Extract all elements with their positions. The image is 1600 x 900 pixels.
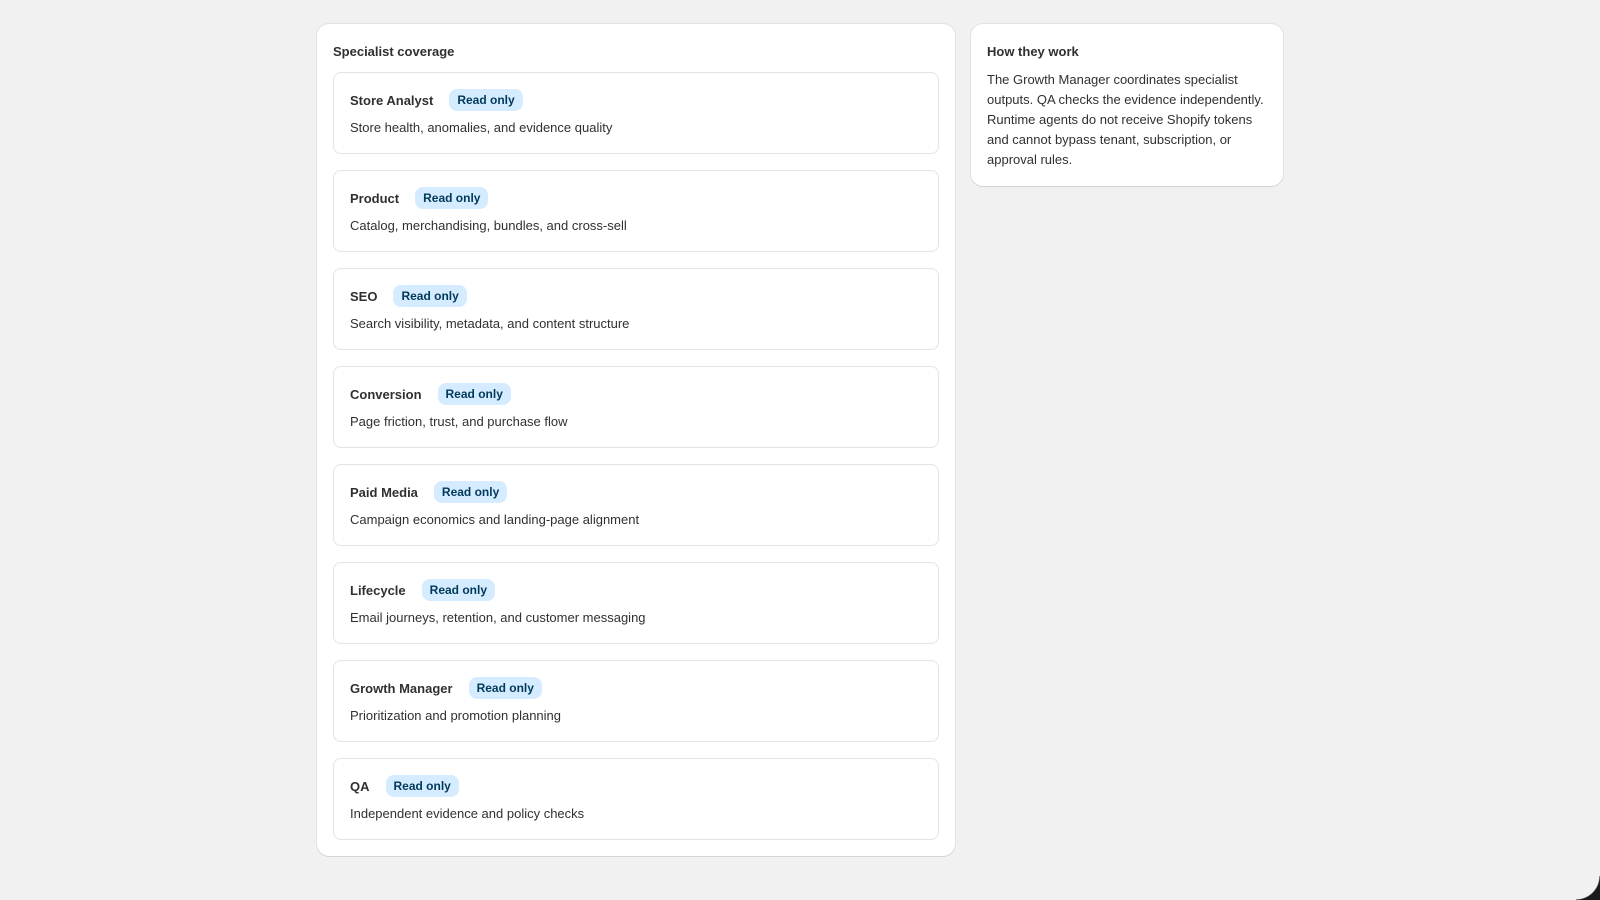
specialist-description: Store health, anomalies, and evidence qu…: [350, 120, 613, 135]
specialist-coverage-title: Specialist coverage: [333, 44, 455, 59]
specialist-name: Paid Media: [350, 484, 418, 500]
specialist-header: Growth Manager Read only: [350, 677, 922, 699]
window-corner: [1576, 876, 1600, 900]
specialist-description: Independent evidence and policy checks: [350, 806, 585, 821]
read-only-badge: Read only: [437, 383, 511, 405]
specialist-header: Paid Media Read only: [350, 481, 922, 503]
specialist-item-seo: SEO Read only Search visibility, metadat…: [333, 268, 939, 350]
specialist-name: Growth Manager: [350, 680, 453, 696]
specialist-description: Search visibility, metadata, and content…: [350, 316, 630, 331]
how-they-work-body: The Growth Manager coordinates specialis…: [987, 72, 1264, 167]
specialist-header: SEO Read only: [350, 285, 922, 307]
specialist-item-growth-manager: Growth Manager Read only Prioritization …: [333, 660, 939, 742]
how-they-work-card: How they work The Growth Manager coordin…: [971, 24, 1283, 186]
specialist-name: Store Analyst: [350, 92, 434, 108]
read-only-badge: Read only: [393, 285, 467, 307]
specialist-name: Conversion: [350, 386, 422, 402]
specialist-header: Store Analyst Read only: [350, 89, 922, 111]
specialist-description: Catalog, merchandising, bundles, and cro…: [350, 218, 627, 233]
read-only-badge: Read only: [433, 481, 508, 503]
specialist-item-conversion: Conversion Read only Page friction, trus…: [333, 366, 939, 448]
read-only-badge: Read only: [385, 775, 459, 797]
specialist-description: Campaign economics and landing-page alig…: [350, 512, 640, 527]
read-only-badge: Read only: [421, 579, 496, 601]
specialist-name: QA: [350, 778, 370, 794]
specialist-name: SEO: [350, 288, 378, 304]
specialist-header: QA Read only: [350, 775, 922, 797]
specialist-description: Email journeys, retention, and customer …: [350, 610, 646, 625]
specialist-item-store-analyst: Store Analyst Read only Store health, an…: [333, 72, 939, 154]
specialist-name: Product: [350, 190, 400, 206]
specialist-list: Store Analyst Read only Store health, an…: [333, 72, 939, 840]
specialist-item-paid-media: Paid Media Read only Campaign economics …: [333, 464, 939, 546]
specialist-header: Conversion Read only: [350, 383, 922, 405]
specialist-name: Lifecycle: [350, 582, 406, 598]
how-they-work-title: How they work: [987, 44, 1079, 59]
specialist-item-product: Product Read only Catalog, merchandising…: [333, 170, 939, 252]
page-layout: Specialist coverage Store Analyst Read o…: [317, 24, 1283, 856]
read-only-badge: Read only: [449, 89, 523, 111]
read-only-badge: Read only: [468, 677, 542, 699]
read-only-badge: Read only: [415, 187, 489, 209]
specialist-description: Page friction, trust, and purchase flow: [350, 414, 568, 429]
specialist-header: Product Read only: [350, 187, 922, 209]
specialist-description: Prioritization and promotion planning: [350, 708, 562, 723]
specialist-header: Lifecycle Read only: [350, 579, 922, 601]
specialist-item-qa: QA Read only Independent evidence and po…: [333, 758, 939, 840]
specialist-coverage-card: Specialist coverage Store Analyst Read o…: [317, 24, 955, 856]
specialist-item-lifecycle: Lifecycle Read only Email journeys, rete…: [333, 562, 939, 644]
